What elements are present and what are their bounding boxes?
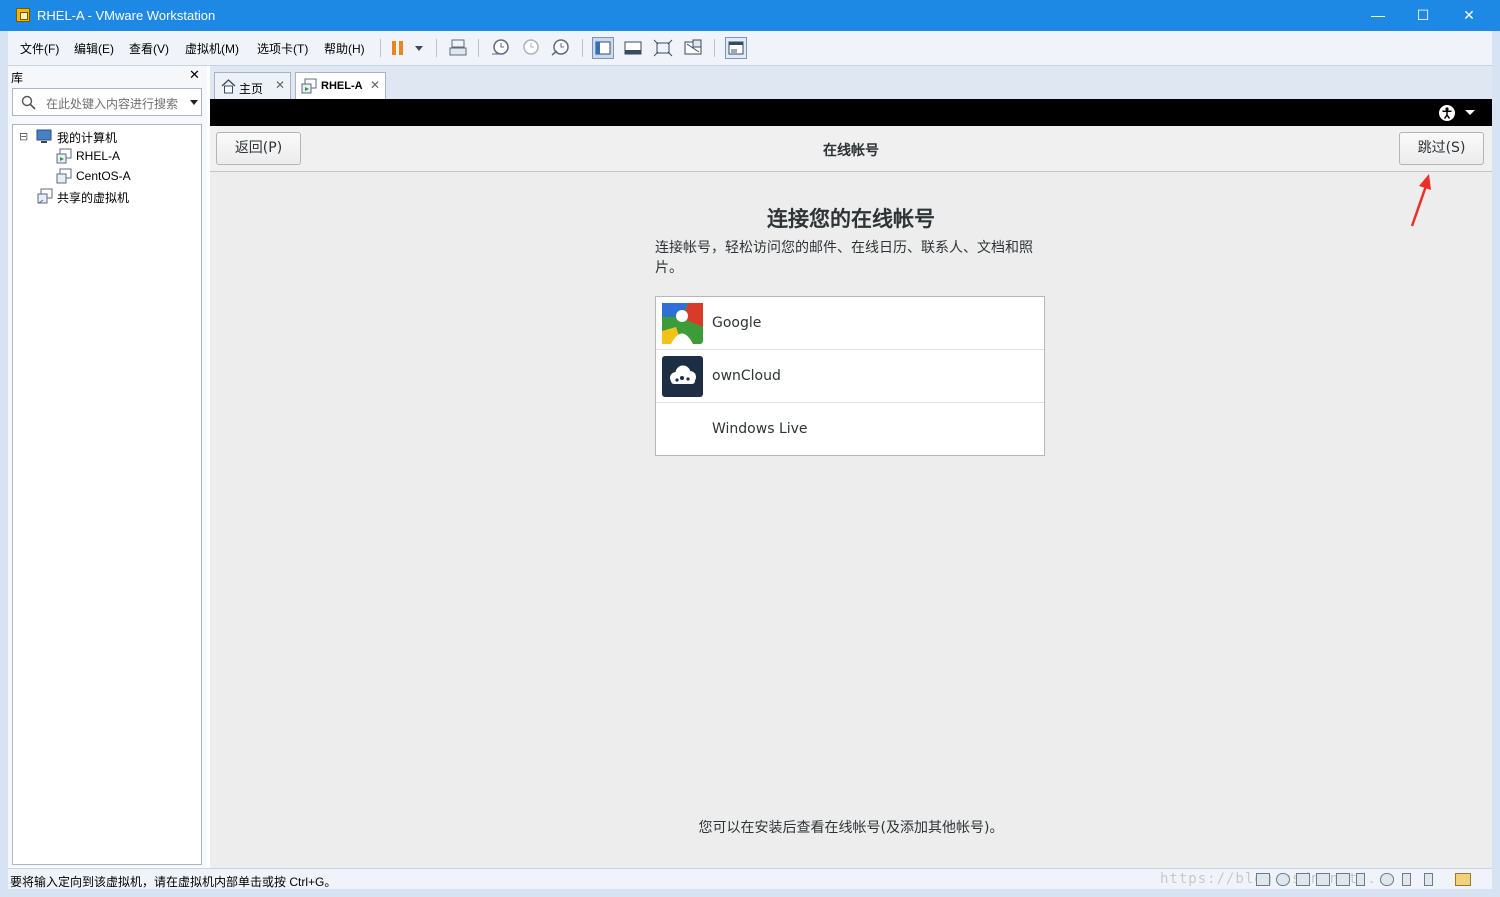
console-view-icon[interactable] bbox=[622, 37, 644, 59]
provider-owncloud[interactable]: ownCloud bbox=[656, 350, 1044, 403]
usb-icon[interactable] bbox=[1424, 873, 1433, 886]
provider-windows-live[interactable]: Windows Live bbox=[656, 403, 1044, 456]
search-placeholder: 在此处键入内容进行搜索 bbox=[46, 97, 179, 111]
provider-label: ownCloud bbox=[712, 368, 781, 384]
chevron-down-icon[interactable] bbox=[1464, 109, 1476, 117]
menu-view[interactable]: 查看(V) bbox=[129, 40, 169, 57]
printer-icon[interactable] bbox=[1316, 873, 1330, 886]
network-icon[interactable] bbox=[1296, 873, 1310, 886]
google-icon bbox=[662, 303, 703, 344]
window-frame-right bbox=[1492, 31, 1500, 897]
toolbar-separator bbox=[582, 39, 583, 57]
library-panel: 库 ✕ 在此处键入内容进行搜索 ⊟ 我的计算机 RHEL-A CentOS-A … bbox=[8, 66, 207, 867]
tree-vm-centos-a[interactable]: CentOS-A bbox=[76, 169, 131, 183]
library-tree: ⊟ 我的计算机 RHEL-A CentOS-A 共享的虚拟机 bbox=[12, 124, 202, 865]
menu-vm[interactable]: 虚拟机(M) bbox=[185, 40, 239, 57]
library-close-button[interactable]: ✕ bbox=[189, 67, 200, 83]
menu-help[interactable]: 帮助(H) bbox=[324, 40, 365, 57]
tab-home-label: 主页 bbox=[239, 82, 264, 96]
vmware-app-icon bbox=[16, 8, 30, 22]
hard-disk-icon[interactable] bbox=[1256, 873, 1270, 886]
send-keys-icon[interactable] bbox=[447, 37, 469, 59]
tab-rhel-a[interactable]: RHEL-A ✕ bbox=[295, 72, 386, 99]
fullscreen-icon[interactable] bbox=[652, 37, 674, 59]
library-view-icon[interactable] bbox=[592, 37, 614, 59]
library-title: 库 bbox=[11, 71, 24, 85]
unity-icon[interactable] bbox=[682, 37, 704, 59]
minimize-button[interactable]: — bbox=[1355, 0, 1401, 31]
setup-header-bar: 返回(P) 在线帐号 跳过(S) bbox=[210, 126, 1492, 172]
cd-dvd-icon[interactable] bbox=[1276, 873, 1290, 886]
online-accounts-page: 连接您的在线帐号 连接帐号，轻松访问您的邮件、在线日历、联系人、文档和照片。 G… bbox=[210, 172, 1492, 868]
window-frame-bottom bbox=[0, 889, 1500, 897]
owncloud-icon bbox=[662, 356, 703, 397]
close-window-button[interactable]: ✕ bbox=[1446, 0, 1492, 31]
toolbar-separator bbox=[478, 39, 479, 57]
tree-expander[interactable]: ⊟ bbox=[19, 130, 28, 143]
usb-icon[interactable] bbox=[1356, 873, 1365, 886]
pause-icon[interactable] bbox=[388, 37, 410, 59]
title-bar: RHEL-A - VMware Workstation — ☐ ✕ bbox=[0, 0, 1500, 31]
page-title: 在线帐号 bbox=[823, 143, 879, 159]
home-icon bbox=[221, 79, 236, 94]
provider-label: Google bbox=[712, 315, 762, 331]
snapshot-manager-icon[interactable] bbox=[549, 37, 571, 59]
tree-shared-vms[interactable]: 共享的虚拟机 bbox=[57, 189, 129, 206]
provider-google[interactable]: Google bbox=[656, 297, 1044, 350]
vm-icon bbox=[56, 168, 72, 184]
chevron-down-icon[interactable] bbox=[189, 99, 199, 107]
toolbar-separator bbox=[714, 39, 715, 57]
guest-top-bar bbox=[210, 99, 1492, 126]
message-icon[interactable] bbox=[1455, 873, 1471, 886]
tab-close-icon[interactable]: ✕ bbox=[275, 78, 285, 92]
usb-icon[interactable] bbox=[1402, 873, 1411, 886]
pause-dropdown-icon[interactable] bbox=[411, 37, 433, 59]
provider-label: Windows Live bbox=[712, 421, 808, 437]
toolbar-separator bbox=[380, 39, 381, 57]
status-bar: 要将输入定向到该虚拟机，请在虚拟机内部单击或按 Ctrl+G。 https://… bbox=[8, 868, 1492, 889]
tab-home[interactable]: 主页 ✕ bbox=[214, 72, 291, 99]
vm-icon bbox=[56, 148, 72, 164]
online-accounts-footnote: 您可以在安装后查看在线帐号(及添加其他帐号)。 bbox=[698, 820, 1004, 836]
tab-close-icon[interactable]: ✕ bbox=[370, 78, 380, 92]
shared-vms-icon bbox=[37, 188, 53, 204]
library-search-box[interactable]: 在此处键入内容进行搜索 bbox=[12, 88, 202, 116]
annotation-arrow bbox=[1410, 174, 1431, 227]
menu-toolbar: 文件(F) 编辑(E) 查看(V) 虚拟机(M) 选项卡(T) 帮助(H) bbox=[8, 31, 1492, 66]
computer-icon bbox=[36, 129, 52, 143]
camera-icon[interactable] bbox=[1380, 873, 1394, 886]
window-frame-left bbox=[0, 31, 8, 897]
snapshot-revert-icon[interactable] bbox=[519, 37, 541, 59]
tree-vm-rhel-a[interactable]: RHEL-A bbox=[76, 149, 120, 163]
toolbar-separator bbox=[436, 39, 437, 57]
vm-icon bbox=[301, 78, 317, 94]
tab-strip: 主页 ✕ RHEL-A ✕ bbox=[210, 66, 1492, 99]
menu-edit[interactable]: 编辑(E) bbox=[74, 40, 114, 57]
snapshot-take-icon[interactable] bbox=[489, 37, 511, 59]
skip-button[interactable]: 跳过(S) bbox=[1399, 132, 1484, 165]
sound-icon[interactable] bbox=[1336, 873, 1350, 886]
maximize-button[interactable]: ☐ bbox=[1400, 0, 1446, 31]
status-message: 要将输入定向到该虚拟机，请在虚拟机内部单击或按 Ctrl+G。 bbox=[10, 875, 337, 889]
online-accounts-heading: 连接您的在线帐号 bbox=[767, 207, 935, 231]
online-accounts-description: 连接帐号，轻松访问您的邮件、在线日历、联系人、文档和照片。 bbox=[655, 240, 1033, 276]
menu-file[interactable]: 文件(F) bbox=[20, 40, 59, 57]
provider-list: Google ownCloud Windows Live bbox=[655, 296, 1045, 456]
accessibility-icon[interactable] bbox=[1438, 104, 1456, 122]
window-title: RHEL-A - VMware Workstation bbox=[37, 8, 216, 23]
tab-rhel-a-label: RHEL-A bbox=[321, 80, 363, 92]
menu-tabs[interactable]: 选项卡(T) bbox=[257, 40, 308, 57]
thumbnail-icon[interactable] bbox=[725, 37, 747, 59]
search-icon bbox=[21, 95, 36, 110]
tree-my-computer[interactable]: 我的计算机 bbox=[57, 129, 117, 146]
